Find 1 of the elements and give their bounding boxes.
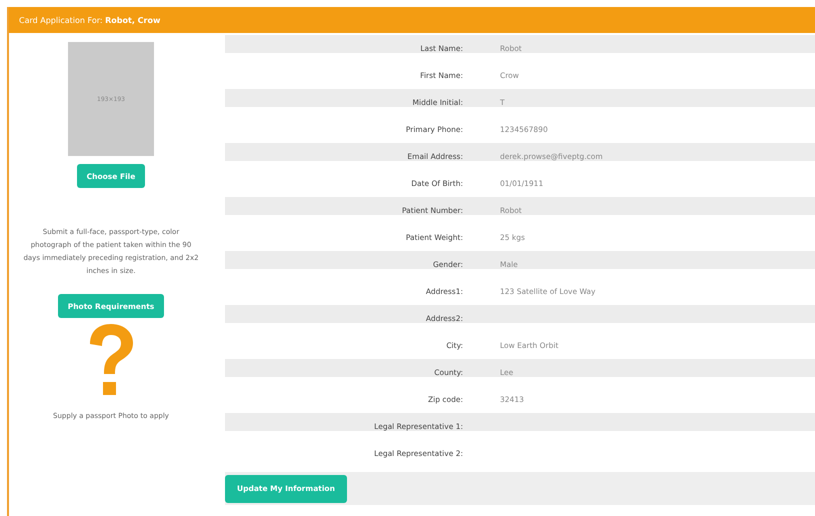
header-title: Card Application For: Robot, Crow xyxy=(19,16,160,24)
